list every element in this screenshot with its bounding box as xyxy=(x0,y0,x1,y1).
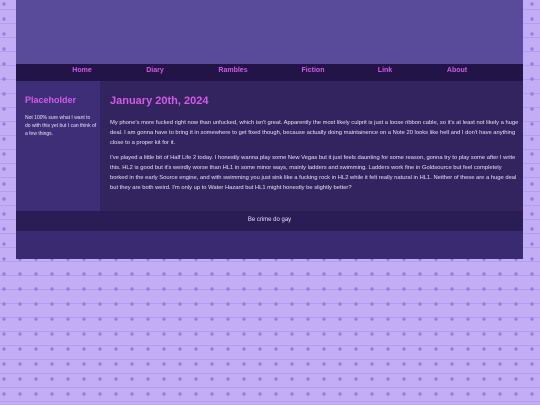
nav-diary[interactable]: Diary xyxy=(146,67,164,74)
sidebar-text: Not 100% sure what I want to do with thi… xyxy=(25,115,97,137)
footer-text: Be crime do gay xyxy=(247,217,292,223)
page-container: Home Diary Rambles Fiction Link About Pl… xyxy=(16,0,523,259)
sidebar-title: Placeholder xyxy=(25,95,77,105)
nav-about[interactable]: About xyxy=(447,67,467,74)
post-content: January 20th, 2024 My phone's more fucke… xyxy=(100,81,523,211)
nav-fiction[interactable]: Fiction xyxy=(302,67,325,74)
sidebar: Placeholder Not 100% sure what I want to… xyxy=(16,81,100,211)
nav-link[interactable]: Link xyxy=(378,67,392,74)
post-date: January 20th, 2024 xyxy=(110,95,209,107)
main-nav: Home Diary Rambles Fiction Link About xyxy=(16,64,523,81)
post-paragraph: I've played a little bit of Half Life 2 … xyxy=(110,155,517,191)
nav-rambles[interactable]: Rambles xyxy=(218,67,247,74)
nav-home[interactable]: Home xyxy=(72,67,91,74)
header-banner xyxy=(16,0,523,64)
post-paragraph: My phone's more fucked right now than un… xyxy=(110,120,519,146)
footer: Be crime do gay xyxy=(16,211,523,231)
